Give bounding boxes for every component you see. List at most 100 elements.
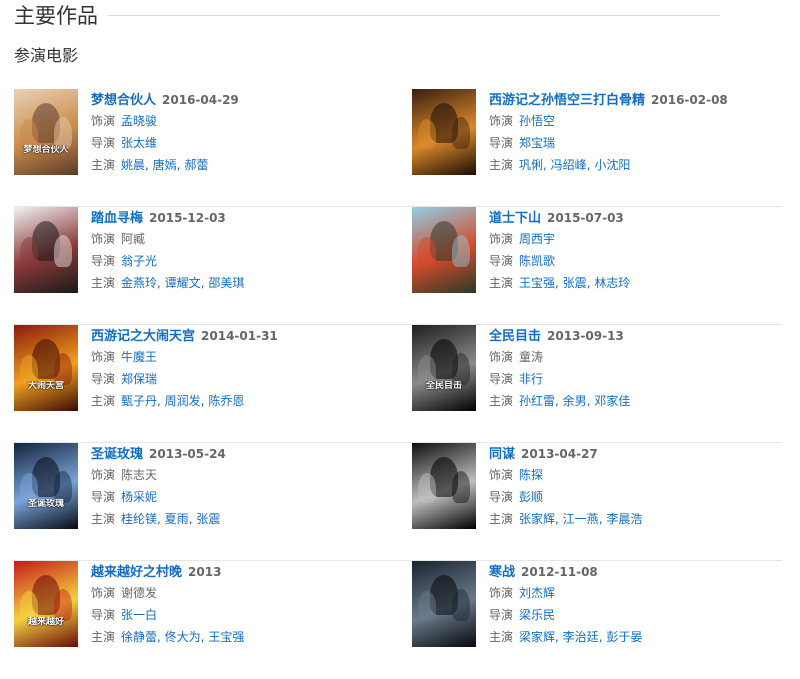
cast-name-link[interactable]: 张震 xyxy=(196,512,220,526)
poster-figure xyxy=(20,237,38,267)
cast-name-link[interactable]: 李治廷 xyxy=(563,630,599,644)
film-poster[interactable]: 全民目击 xyxy=(412,325,476,411)
film-title-link[interactable]: 圣诞玫瑰 xyxy=(91,447,143,462)
cast-name-link[interactable]: 张家辉 xyxy=(519,512,555,526)
film-title-link[interactable]: 梦想合伙人 xyxy=(91,93,156,108)
release-date: 2012-11-08 xyxy=(521,565,598,579)
role-name[interactable]: 刘杰辉 xyxy=(519,586,555,600)
section-divider xyxy=(108,15,720,16)
role-line: 饰演 谢德发 xyxy=(91,583,391,603)
film-poster[interactable]: 圣诞玫瑰 xyxy=(14,443,78,529)
film-title-link[interactable]: 同谋 xyxy=(489,447,515,462)
cast-name-link[interactable]: 甄子丹 xyxy=(121,394,157,408)
cast-name-link[interactable]: 林志玲 xyxy=(594,276,630,290)
director-label: 导演 xyxy=(91,254,116,268)
cast-name-link[interactable]: 冯绍峰 xyxy=(551,158,587,172)
cast-line: 主演 张家辉, 江一燕, 李晨浩 xyxy=(489,509,789,529)
cast-name-link[interactable]: 彭于晏 xyxy=(606,630,642,644)
cast-separator: , xyxy=(145,158,153,172)
role-line: 饰演 牛魔王 xyxy=(91,347,391,367)
director-name-link[interactable]: 翁子光 xyxy=(121,254,157,268)
poster-figure xyxy=(418,119,436,149)
cast-label: 主演 xyxy=(91,630,116,644)
cast-name-link[interactable]: 王宝强 xyxy=(208,630,244,644)
film-poster[interactable] xyxy=(412,443,476,529)
film-title-link[interactable]: 西游记之大闹天宫 xyxy=(91,329,195,344)
director-name-link[interactable]: 张太维 xyxy=(121,136,157,150)
role-label: 饰演 xyxy=(489,350,514,364)
film-title-link[interactable]: 西游记之孙悟空三打白骨精 xyxy=(489,93,645,108)
role-name[interactable]: 孙悟空 xyxy=(519,114,555,128)
film-item: 道士下山 2015-07-03 饰演 周西宇 导演 陈凯歌 主演 王宝强, 张震, 林志玲 xyxy=(412,207,782,307)
film-title-link[interactable]: 全民目击 xyxy=(489,329,541,344)
director-label: 导演 xyxy=(91,608,116,622)
film-item: 全民目击 全民目击 2013-09-13 饰演 童涛 导演 非行 主演 孙红雷, 余男, 邓家佳 xyxy=(412,325,782,425)
cast-name-link[interactable]: 姚晨 xyxy=(121,158,145,172)
cast-name-link[interactable]: 徐静蕾 xyxy=(121,630,157,644)
film-row: 大闹天宫 西游记之大闹天宫 2014-01-31 饰演 牛魔王 导演 郑保瑞 主演 甄子丹, 周… xyxy=(14,325,782,443)
poster-figure xyxy=(418,473,436,503)
cast-name-link[interactable]: 余男 xyxy=(563,394,587,408)
role-line: 饰演 阿臧 xyxy=(91,229,391,249)
cast-name-link[interactable]: 王宝强 xyxy=(519,276,555,290)
film-poster[interactable] xyxy=(14,207,78,293)
cast-name-link[interactable]: 巩俐 xyxy=(519,158,543,172)
cast-separator: , xyxy=(157,512,165,526)
film-row: 越来越好 越来越好之村晚 2013 饰演 谢德发 导演 张一白 主演 徐静蕾, 佟大为, 王宝强… xyxy=(14,561,782,679)
director-name-link[interactable]: 非行 xyxy=(519,372,543,386)
cast-name-link[interactable]: 桂纶镁 xyxy=(121,512,157,526)
role-name: 童涛 xyxy=(519,350,544,364)
director-name-link[interactable]: 郑宝瑞 xyxy=(519,136,555,150)
director-name-link[interactable]: 郑保瑞 xyxy=(121,372,157,386)
cast-name-link[interactable]: 谭耀文 xyxy=(165,276,201,290)
director-line: 导演 陈凯歌 xyxy=(489,251,789,271)
director-name-link[interactable]: 梁乐民 xyxy=(519,608,555,622)
cast-name-link[interactable]: 佟大为 xyxy=(165,630,201,644)
role-name[interactable]: 周西宇 xyxy=(519,232,555,246)
film-info: 梦想合伙人 2016-04-29 饰演 孟晓骏 导演 张太维 主演 姚晨, 唐嫣, 郝蕾 xyxy=(91,89,391,175)
director-name-link[interactable]: 杨采妮 xyxy=(121,490,157,504)
role-name: 陈志天 xyxy=(121,468,158,482)
film-poster[interactable]: 梦想合伙人 xyxy=(14,89,78,175)
cast-name-link[interactable]: 夏雨 xyxy=(165,512,189,526)
cast-name-link[interactable]: 邓家佳 xyxy=(594,394,630,408)
film-poster[interactable]: 越来越好 xyxy=(14,561,78,647)
cast-name-link[interactable]: 江一燕 xyxy=(563,512,599,526)
role-name: 谢德发 xyxy=(121,586,158,600)
poster-figure xyxy=(452,117,470,149)
cast-name-link[interactable]: 张震 xyxy=(563,276,587,290)
director-name-link[interactable]: 彭顺 xyxy=(519,490,543,504)
role-line: 饰演 孟晓骏 xyxy=(91,111,391,131)
cast-name-link[interactable]: 小沈阳 xyxy=(594,158,630,172)
cast-name-link[interactable]: 郝蕾 xyxy=(184,158,208,172)
film-row: 圣诞玫瑰 圣诞玫瑰 2013-05-24 饰演 陈志天 导演 杨采妮 主演 桂纶镁, 夏雨, 张… xyxy=(14,443,782,561)
film-poster[interactable]: 大闹天宫 xyxy=(14,325,78,411)
cast-name-link[interactable]: 孙红雷 xyxy=(519,394,555,408)
cast-name-link[interactable]: 梁家辉 xyxy=(519,630,555,644)
film-poster[interactable] xyxy=(412,89,476,175)
role-name[interactable]: 陈探 xyxy=(519,468,543,482)
cast-label: 主演 xyxy=(91,158,116,172)
film-title-link[interactable]: 越来越好之村晚 xyxy=(91,565,182,580)
poster-title-text: 全民目击 xyxy=(425,381,462,391)
director-name-link[interactable]: 张一白 xyxy=(121,608,157,622)
cast-line: 主演 甄子丹, 周润发, 陈乔恩 xyxy=(91,391,391,411)
film-title-link[interactable]: 道士下山 xyxy=(489,211,541,226)
film-title-line: 踏血寻梅 2015-12-03 xyxy=(91,207,391,227)
cast-name-link[interactable]: 唐嫣 xyxy=(153,158,177,172)
role-name[interactable]: 孟晓骏 xyxy=(121,114,157,128)
role-name[interactable]: 牛魔王 xyxy=(121,350,157,364)
cast-name-link[interactable]: 邵美琪 xyxy=(208,276,244,290)
film-item: 大闹天宫 西游记之大闹天宫 2014-01-31 饰演 牛魔王 导演 郑保瑞 主演 甄子丹, 周… xyxy=(14,325,384,425)
film-title-link[interactable]: 踏血寻梅 xyxy=(91,211,143,226)
cast-name-link[interactable]: 陈乔恩 xyxy=(208,394,244,408)
cast-label: 主演 xyxy=(489,630,514,644)
cast-name-link[interactable]: 李晨浩 xyxy=(606,512,642,526)
film-poster[interactable] xyxy=(412,561,476,647)
director-name-link[interactable]: 陈凯歌 xyxy=(519,254,555,268)
cast-name-link[interactable]: 周润发 xyxy=(165,394,201,408)
cast-name-link[interactable]: 金燕玲 xyxy=(121,276,157,290)
film-poster[interactable] xyxy=(412,207,476,293)
release-date: 2013-05-24 xyxy=(149,447,226,461)
film-title-link[interactable]: 寒战 xyxy=(489,565,515,580)
